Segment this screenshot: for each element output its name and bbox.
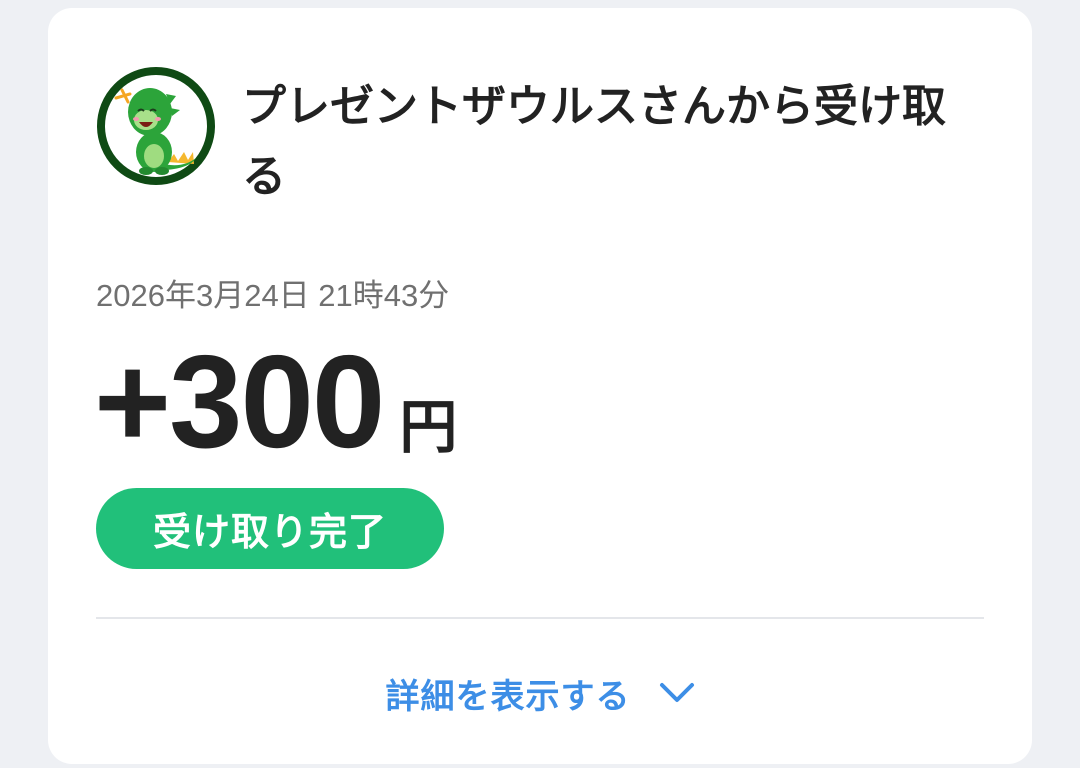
amount-value: +300 — [94, 328, 385, 475]
transaction-card: プレゼントザウルスさんから受け取る 2026年3月24日 21時43分 +300… — [48, 8, 1032, 764]
sender-avatar — [96, 66, 216, 186]
divider — [96, 617, 984, 619]
green-dinosaur-avatar-icon — [97, 67, 215, 185]
transaction-datetime: 2026年3月24日 21時43分 — [96, 278, 450, 313]
show-details-button[interactable]: 詳細を表示する — [48, 658, 1032, 728]
currency-unit: 円 — [399, 393, 458, 461]
show-details-label: 詳細を表示する — [385, 676, 631, 717]
transaction-title: プレゼントザウルスさんから受け取る — [242, 81, 946, 202]
amount-row: +300 円 — [94, 336, 457, 468]
chevron-down-icon — [659, 683, 694, 702]
transaction-header: プレゼントザウルスさんから受け取る — [96, 66, 972, 212]
status-badge: 受け取り完了 — [96, 488, 444, 569]
